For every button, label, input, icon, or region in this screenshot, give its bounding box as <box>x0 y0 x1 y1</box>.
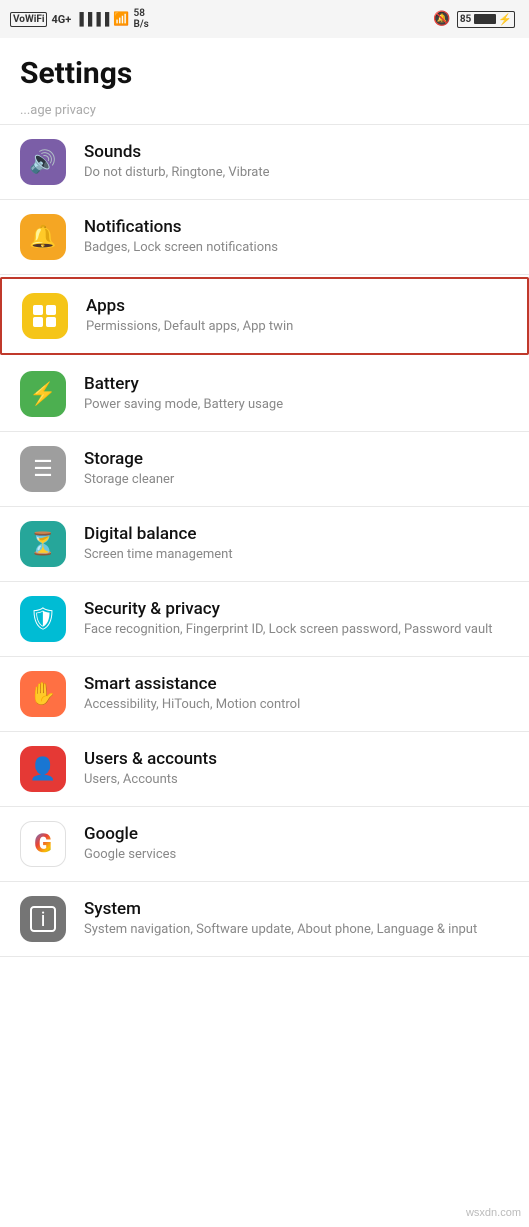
storage-icon-wrapper: ☰ <box>20 446 66 492</box>
partial-scroll-item: ...age privacy <box>0 103 529 125</box>
settings-item-google[interactable]: G Google Google services <box>0 807 529 882</box>
storage-subtitle: Storage cleaner <box>84 471 509 489</box>
users-accounts-title: Users & accounts <box>84 749 509 769</box>
sounds-icon-wrapper: 🔊 <box>20 139 66 185</box>
settings-list: 🔊 Sounds Do not disturb, Ringtone, Vibra… <box>0 125 529 957</box>
settings-item-users-accounts[interactable]: 👤 Users & accounts Users, Accounts <box>0 732 529 807</box>
status-right: 🔕 85 ⚡ <box>433 11 515 28</box>
smart-assistance-icon: ✋ <box>29 682 56 707</box>
settings-item-digital-balance[interactable]: ⏳ Digital balance Screen time management <box>0 507 529 582</box>
digital-balance-icon-wrapper: ⏳ <box>20 521 66 567</box>
system-title: System <box>84 899 509 919</box>
battery-indicator: 85 ⚡ <box>457 11 515 28</box>
sounds-icon: 🔊 <box>29 150 56 175</box>
battery-title: Battery <box>84 374 509 394</box>
speed-indicator: 58B/s <box>134 8 149 30</box>
google-icon-wrapper: G <box>20 821 66 867</box>
charging-icon: ⚡ <box>498 13 512 26</box>
system-text: System System navigation, Software updat… <box>84 899 509 939</box>
settings-item-smart-assistance[interactable]: ✋ Smart assistance Accessibility, HiTouc… <box>0 657 529 732</box>
apps-subtitle: Permissions, Default apps, App twin <box>86 318 507 336</box>
apps-title: Apps <box>86 296 507 316</box>
smart-assistance-text: Smart assistance Accessibility, HiTouch,… <box>84 674 509 714</box>
shield-icon: 🛡 <box>29 607 57 632</box>
smart-assistance-title: Smart assistance <box>84 674 509 694</box>
google-g-letter: G <box>34 829 52 859</box>
settings-item-security-privacy[interactable]: 🛡 Security & privacy Face recognition, F… <box>0 582 529 657</box>
apps-text: Apps Permissions, Default apps, App twin <box>86 296 507 336</box>
security-privacy-title: Security & privacy <box>84 599 509 619</box>
settings-item-notifications[interactable]: 🔔 Notifications Badges, Lock screen noti… <box>0 200 529 275</box>
battery-level: 85 <box>460 14 471 25</box>
settings-item-battery[interactable]: ⚡ Battery Power saving mode, Battery usa… <box>0 357 529 432</box>
apps-icon-wrapper <box>22 293 68 339</box>
signal-bars: ▐▐▐▐ <box>75 12 109 26</box>
sounds-title: Sounds <box>84 142 509 162</box>
google-text: Google Google services <box>84 824 509 864</box>
users-accounts-icon: 👤 <box>29 757 56 782</box>
security-privacy-text: Security & privacy Face recognition, Fin… <box>84 599 509 639</box>
system-icon: i <box>30 906 56 932</box>
status-left: VoWiFi 4G+ ▐▐▐▐ 📶 58B/s <box>10 8 149 30</box>
settings-item-sounds[interactable]: 🔊 Sounds Do not disturb, Ringtone, Vibra… <box>0 125 529 200</box>
sounds-subtitle: Do not disturb, Ringtone, Vibrate <box>84 164 509 182</box>
battery-subtitle: Power saving mode, Battery usage <box>84 396 509 414</box>
status-bar: VoWiFi 4G+ ▐▐▐▐ 📶 58B/s 🔕 85 ⚡ <box>0 0 529 38</box>
security-privacy-subtitle: Face recognition, Fingerprint ID, Lock s… <box>84 621 509 639</box>
vowifi-indicator: VoWiFi <box>10 12 47 27</box>
google-subtitle: Google services <box>84 846 509 864</box>
battery-icon: ⚡ <box>29 382 56 407</box>
users-accounts-subtitle: Users, Accounts <box>84 771 509 789</box>
smart-assistance-subtitle: Accessibility, HiTouch, Motion control <box>84 696 509 714</box>
wifi-icon: 📶 <box>113 12 129 27</box>
network-type: 4G+ <box>51 13 71 26</box>
notifications-title: Notifications <box>84 217 509 237</box>
storage-icon: ☰ <box>33 457 53 482</box>
storage-text: Storage Storage cleaner <box>84 449 509 489</box>
system-icon-wrapper: i <box>20 896 66 942</box>
security-privacy-icon-wrapper: 🛡 <box>20 596 66 642</box>
notifications-icon-wrapper: 🔔 <box>20 214 66 260</box>
notifications-icon: 🔔 <box>29 225 56 250</box>
users-accounts-icon-wrapper: 👤 <box>20 746 66 792</box>
digital-balance-text: Digital balance Screen time management <box>84 524 509 564</box>
google-title: Google <box>84 824 509 844</box>
digital-balance-subtitle: Screen time management <box>84 546 509 564</box>
hourglass-icon: ⏳ <box>29 532 56 557</box>
settings-item-storage[interactable]: ☰ Storage Storage cleaner <box>0 432 529 507</box>
battery-icon-wrapper: ⚡ <box>20 371 66 417</box>
settings-item-apps[interactable]: Apps Permissions, Default apps, App twin <box>0 277 529 355</box>
system-subtitle: System navigation, Software update, Abou… <box>84 921 509 939</box>
notifications-subtitle: Badges, Lock screen notifications <box>84 239 509 257</box>
apps-grid-icon <box>33 305 57 327</box>
watermark: wsxdn.com <box>466 1207 521 1219</box>
users-accounts-text: Users & accounts Users, Accounts <box>84 749 509 789</box>
digital-balance-title: Digital balance <box>84 524 509 544</box>
page-title: Settings <box>0 38 529 103</box>
sounds-text: Sounds Do not disturb, Ringtone, Vibrate <box>84 142 509 182</box>
mute-icon: 🔕 <box>433 11 450 27</box>
storage-title: Storage <box>84 449 509 469</box>
smart-assistance-icon-wrapper: ✋ <box>20 671 66 717</box>
settings-item-system[interactable]: i System System navigation, Software upd… <box>0 882 529 957</box>
battery-text: Battery Power saving mode, Battery usage <box>84 374 509 414</box>
notifications-text: Notifications Badges, Lock screen notifi… <box>84 217 509 257</box>
